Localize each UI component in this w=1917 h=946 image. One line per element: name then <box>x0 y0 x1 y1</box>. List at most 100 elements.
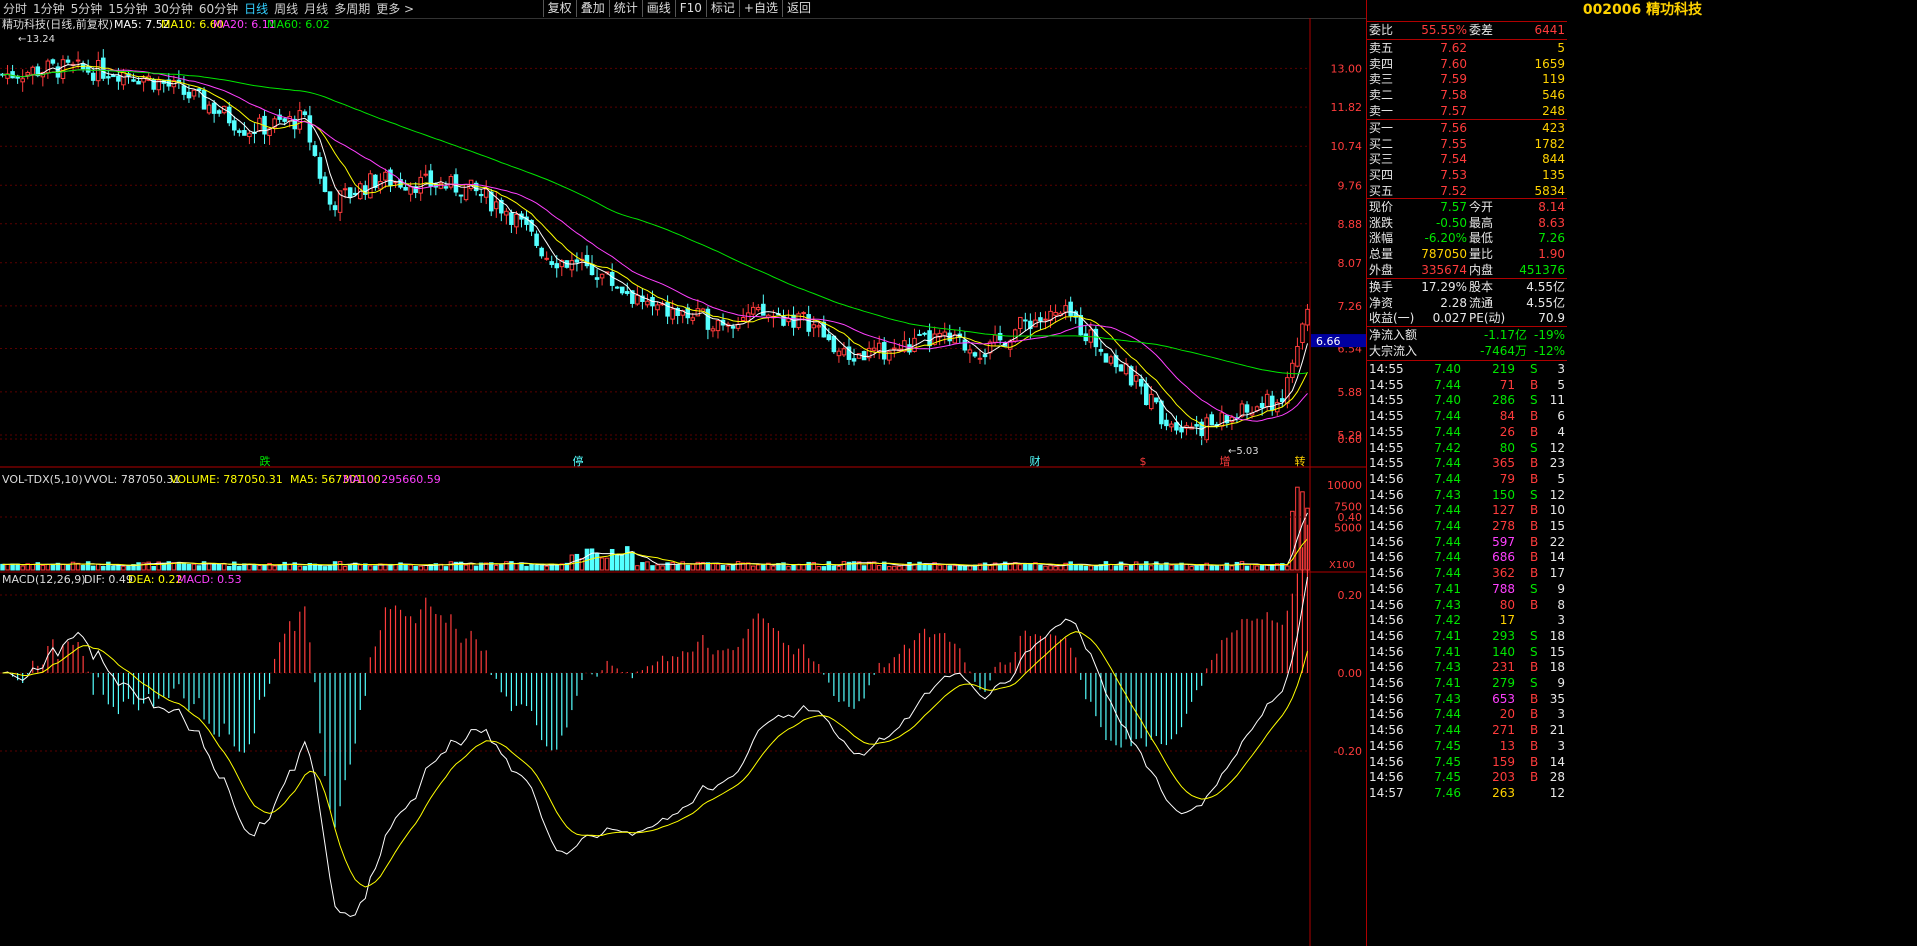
volume-bar <box>1113 565 1119 571</box>
tab-6[interactable]: 日线 <box>241 0 271 18</box>
tick-time: 14:55 <box>1369 362 1404 376</box>
tab-5[interactable]: 60分钟 <box>196 0 241 18</box>
candle-body <box>554 263 560 269</box>
flow-value: -7464万 <box>1480 343 1527 358</box>
price-axis-label: 10.74 <box>1331 140 1363 153</box>
volume-bar <box>1244 565 1250 571</box>
candle-body <box>1174 422 1179 431</box>
tick-count: 15 <box>1549 519 1565 533</box>
tick-time: 14:56 <box>1369 754 1404 769</box>
tick-row: 14:56 7.43 80 B 8 <box>1367 598 1567 613</box>
tick-count: 14 <box>1549 550 1565 565</box>
tab-0[interactable]: 分时 <box>0 0 30 18</box>
tick-price: 7.44 <box>1434 456 1461 471</box>
tick-count: 14 <box>1549 754 1565 769</box>
volume-bar <box>1285 565 1290 571</box>
flow-value: -1.17亿 <box>1483 328 1527 342</box>
volume-bar <box>322 566 328 571</box>
candle-body <box>30 66 36 75</box>
volume-bar <box>1189 565 1194 571</box>
candle-body <box>307 115 313 143</box>
ask-row: 卖一 7.57 248 <box>1367 104 1567 119</box>
fin-value-2: 70.9 <box>1538 311 1565 326</box>
quote-row: 外盘 335674 内盘 451376 <box>1367 263 1567 278</box>
candle-body <box>483 188 489 198</box>
volume-bar <box>1108 563 1114 571</box>
volume-bar <box>257 565 262 571</box>
tab-1[interactable]: 1分钟 <box>30 0 68 18</box>
tick-time: 14:56 <box>1369 691 1404 706</box>
candle-body <box>927 330 932 347</box>
fin-row: 净资 2.28 流通 4.55亿 <box>1367 296 1567 311</box>
volume-bar <box>625 546 630 571</box>
volume-bar <box>1088 565 1094 571</box>
candle-body <box>453 174 459 193</box>
volume-bar <box>1138 565 1144 571</box>
ask-vol: 5 <box>1557 41 1565 55</box>
quote-row: 总量 787050 量比 1.90 <box>1367 247 1567 262</box>
kline-chart[interactable]: 13.0011.8210.749.768.888.077.266.545.885… <box>0 18 1366 946</box>
candle-body <box>569 260 575 271</box>
tool-button-5[interactable]: 标记 <box>705 0 739 17</box>
tool-button-2[interactable]: 统计 <box>608 0 642 17</box>
candle-body <box>1149 393 1154 410</box>
tool-button-6[interactable]: +自选 <box>738 0 782 17</box>
tab-7[interactable]: 周线 <box>271 0 301 18</box>
tick-price: 7.41 <box>1434 628 1461 643</box>
bid-vol: 135 <box>1542 168 1565 183</box>
tick-time: 14:56 <box>1369 550 1404 565</box>
candle-body <box>791 314 796 328</box>
volume-bar <box>1143 561 1149 571</box>
tab-3[interactable]: 15分钟 <box>105 0 150 18</box>
tick-time: 14:56 <box>1369 676 1404 690</box>
tick-time: 14:56 <box>1369 503 1404 518</box>
tab-4[interactable]: 30分钟 <box>151 0 196 18</box>
bid-vol: 5834 <box>1534 183 1565 198</box>
tool-button-3[interactable]: 画线 <box>641 0 675 17</box>
tick-count: 35 <box>1549 691 1565 706</box>
volume-bar <box>1023 563 1028 571</box>
tick-count: 10 <box>1549 503 1565 518</box>
volume-bar <box>897 565 902 571</box>
volume-bar <box>1083 565 1089 571</box>
tab-8[interactable]: 月线 <box>301 0 331 18</box>
macd-axis-label: 0.40 <box>1338 511 1363 524</box>
tick-direction: B <box>1530 754 1539 769</box>
tick-count: 18 <box>1549 628 1565 643</box>
tool-button-7[interactable]: 返回 <box>781 0 815 17</box>
quote-row: 现价 7.57 今开 8.14 <box>1367 200 1567 215</box>
candle-body <box>811 324 816 329</box>
tab-10[interactable]: 更多 > <box>373 0 417 18</box>
tab-2[interactable]: 5分钟 <box>68 0 106 18</box>
tool-button-4[interactable]: F10 <box>674 0 706 17</box>
tool-button-0[interactable]: 复权 <box>542 0 576 17</box>
volume-bar <box>962 566 968 571</box>
tab-9[interactable]: 多周期 <box>331 0 373 18</box>
tick-row: 14:56 7.44 79 B 5 <box>1367 472 1567 487</box>
candle-body <box>549 261 554 265</box>
candle-body <box>831 335 837 353</box>
legend-vvol: VVOL: 787050.31 <box>84 473 180 486</box>
fin-label: 换手 <box>1369 280 1394 294</box>
volume-bar <box>836 566 842 571</box>
tick-volume: 219 <box>1492 362 1515 376</box>
tick-price: 7.44 <box>1434 519 1461 533</box>
volume-bar <box>609 548 615 571</box>
volume-bar <box>237 565 242 571</box>
tick-time: 14:55 <box>1369 377 1404 392</box>
price-axis-label: 5.88 <box>1338 386 1363 399</box>
event-mark: 转 <box>1295 454 1306 468</box>
tool-button-1[interactable]: 叠加 <box>575 0 609 17</box>
candle-body <box>740 317 746 321</box>
volume-bar <box>730 563 736 571</box>
bid-vol: 844 <box>1542 152 1565 167</box>
candle-body <box>544 257 549 260</box>
tick-time: 14:56 <box>1369 770 1404 785</box>
tick-volume: 788 <box>1492 581 1515 596</box>
tick-volume: 278 <box>1492 519 1515 533</box>
vol-legend-name: VOL-TDX(5,10) <box>2 473 83 486</box>
price-axis-label: 13.00 <box>1331 62 1363 75</box>
tick-time: 14:56 <box>1369 566 1404 581</box>
panel-separator <box>1367 21 1567 22</box>
quote-value-2: 8.63 <box>1538 215 1565 230</box>
